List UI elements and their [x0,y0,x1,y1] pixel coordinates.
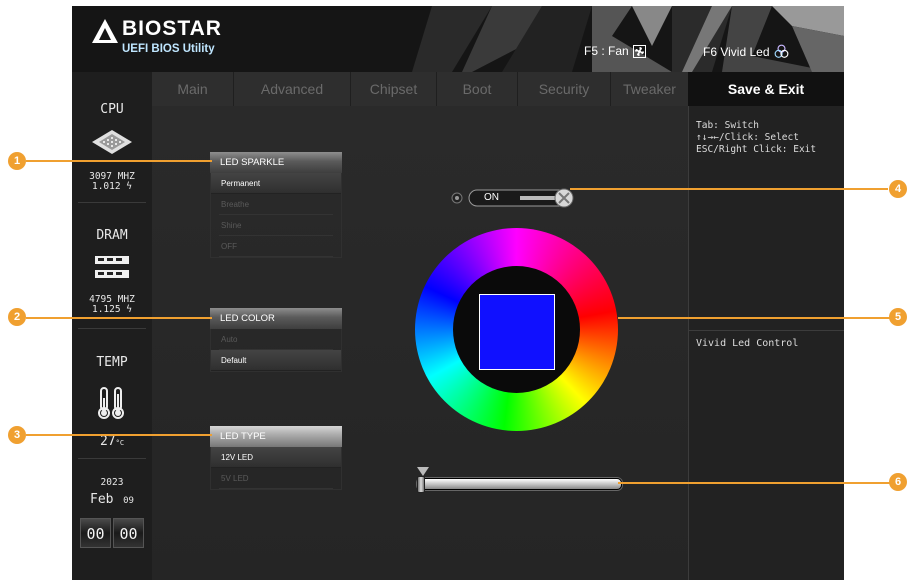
slider-position-marker-icon [417,467,429,476]
date-day: 09 [123,496,134,506]
callout-line-2 [26,317,212,319]
callout-marker-3: 3 [8,426,26,444]
callout-marker-5: 5 [889,308,907,326]
fan-icon [632,44,646,58]
date-month-day: Feb 09 [72,488,152,507]
led-sparkle-group: LED SPARKLE Permanent Breathe Shine OFF [210,152,342,258]
option-off[interactable]: OFF [219,236,333,257]
temperature-readout: 27°C [72,434,152,449]
option-5v-led[interactable]: 5V LED [219,468,333,489]
option-12v-led[interactable]: 12V LED [211,447,341,468]
help-divider [689,330,844,331]
callout-marker-1: 1 [8,152,26,170]
hotkey-vivid-led[interactable]: F6 Vivid Led [703,44,789,59]
menu-tabs: Main Advanced Chipset Boot Security Twea… [152,72,688,106]
tab-chipset[interactable]: Chipset [351,72,437,106]
system-info-sidebar: CPU 3097 MHZ 1.012 ϟ DRAM 4795 MHZ 1.125… [72,72,153,580]
temperature-unit: °C [115,439,125,447]
hotkey-led-label: F6 Vivid Led [703,44,770,59]
dram-voltage: 1.125 ϟ [91,304,133,315]
option-shine[interactable]: Shine [219,215,333,236]
callout-marker-6: 6 [889,473,907,491]
tab-main[interactable]: Main [152,72,234,106]
slider-handle[interactable] [417,476,425,493]
sidebar-divider [78,202,146,203]
color-wheel[interactable] [415,228,618,431]
tab-save-exit[interactable]: Save & Exit [688,72,844,106]
color-wheel-center [453,266,580,393]
callout-marker-4: 4 [889,180,907,198]
cpu-chip-icon [92,130,132,154]
callout-line-4 [570,188,888,190]
callout-line-1 [26,160,212,162]
led-type-header[interactable]: LED TYPE [210,426,342,447]
option-breathe[interactable]: Breathe [219,194,333,215]
dram-module-icon [95,256,129,278]
tab-boot[interactable]: Boot [437,72,518,106]
callout-line-6 [618,482,890,484]
bios-screen: BIOSTAR UEFI BIOS Utility F5 : Fan F6 Vi… [72,6,844,580]
help-panel: Tab: Switch ↑↓→←/Click: Select ESC/Right… [688,106,844,580]
cpu-title: CPU [100,102,124,117]
sidebar-divider [78,458,146,459]
date-year: 2023 [100,477,124,488]
tab-advanced[interactable]: Advanced [234,72,351,106]
led-color-header[interactable]: LED COLOR [210,308,342,329]
option-permanent[interactable]: Permanent [211,173,341,194]
hotkey-fan[interactable]: F5 : Fan [584,44,646,58]
callout-line-3 [26,434,212,436]
hotkey-fan-label: F5 : Fan [584,44,629,58]
thermometer-icon [98,387,124,419]
sidebar-divider [78,328,146,329]
temperature-value: 27 [99,434,116,449]
tab-security[interactable]: Security [518,72,611,106]
clock-hours: 00 [80,518,111,548]
tab-tweaker[interactable]: Tweaker [611,72,688,106]
header-bar: BIOSTAR UEFI BIOS Utility F5 : Fan F6 Vi… [72,6,844,72]
item-description: Vivid Led Control [696,338,799,349]
brand-subtitle: UEFI BIOS Utility [122,43,215,55]
led-sparkle-header[interactable]: LED SPARKLE [210,152,342,173]
selected-color-swatch [479,294,555,370]
dram-title: DRAM [96,228,128,243]
led-sparkle-options: Permanent Breathe Shine OFF [210,173,342,258]
cpu-voltage: 1.012 ϟ [91,181,133,192]
biostar-triangle-icon [92,19,118,43]
date-month: Feb [90,492,114,507]
led-color-group: LED COLOR Auto Default [210,308,342,372]
led-type-group: LED TYPE 12V LED 5V LED [210,426,342,490]
callout-marker-2: 2 [8,308,26,326]
callout-line-5 [618,317,890,319]
brightness-slider[interactable] [417,476,622,493]
brand-name: BIOSTAR [122,17,222,40]
led-type-options: 12V LED 5V LED [210,447,342,490]
option-default[interactable]: Default [211,350,341,371]
vivid-led-icon [774,44,788,58]
toggle-switch-graphic [451,188,574,208]
help-text: Tab: Switch ↑↓→←/Click: Select ESC/Right… [696,120,817,155]
clock-display: 00 00 [80,518,144,548]
clock-minutes: 00 [113,518,144,548]
temp-title: TEMP [96,355,128,370]
toggle-label: ON [484,192,499,203]
option-auto[interactable]: Auto [219,329,333,350]
led-color-options: Auto Default [210,329,342,372]
